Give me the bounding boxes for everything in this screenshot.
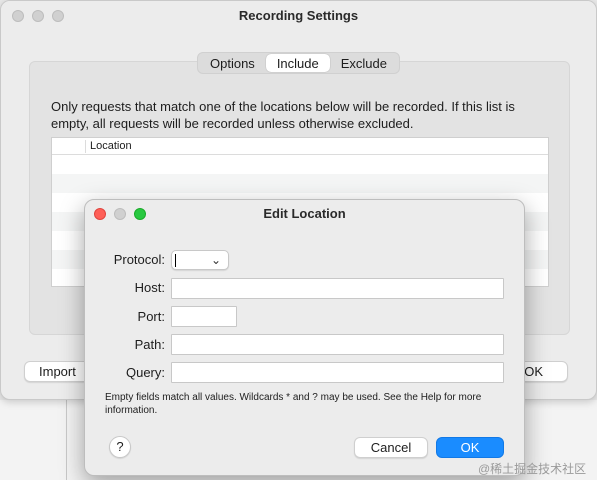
host-label: Host: (134, 280, 165, 295)
table-row (52, 174, 548, 193)
host-field[interactable] (171, 278, 504, 299)
include-description: Only requests that match one of the loca… (51, 99, 515, 131)
import-button[interactable]: Import (24, 361, 91, 382)
window-title: Recording Settings (238, 8, 359, 23)
tab-include[interactable]: Include (265, 54, 330, 72)
table-header: Location (52, 138, 548, 155)
dialog-titlebar: Edit Location (85, 200, 524, 228)
tab-options[interactable]: Options (199, 54, 266, 72)
edit-location-dialog: Edit Location Protocol: ⌄ Host: Port: Pa… (84, 199, 525, 476)
port-label: Port: (137, 309, 165, 324)
cancel-button[interactable]: Cancel (354, 437, 428, 458)
chevron-down-icon: ⌄ (210, 253, 221, 267)
background-divider (66, 400, 67, 480)
column-divider (85, 140, 86, 153)
protocol-select[interactable]: ⌄ (171, 250, 229, 270)
dialog-title: Edit Location (263, 206, 346, 221)
query-label: Query: (125, 365, 165, 380)
query-field[interactable] (171, 362, 504, 383)
path-label: Path: (134, 337, 165, 352)
column-location[interactable]: Location (90, 140, 132, 152)
ok-button[interactable]: OK (436, 437, 504, 458)
text-caret (175, 254, 176, 267)
table-row (52, 155, 548, 174)
watermark: @稀土掘金技术社区 (478, 462, 587, 476)
wildcard-note: Empty fields match all values. Wildcards… (105, 392, 482, 416)
main-titlebar: Recording Settings (1, 1, 596, 31)
port-field[interactable] (171, 306, 237, 327)
help-button[interactable]: ? (109, 436, 131, 458)
path-field[interactable] (171, 334, 504, 355)
protocol-label: Protocol: (113, 252, 165, 267)
tab-bar: Options Include Exclude (197, 52, 400, 74)
tab-exclude[interactable]: Exclude (330, 54, 398, 72)
